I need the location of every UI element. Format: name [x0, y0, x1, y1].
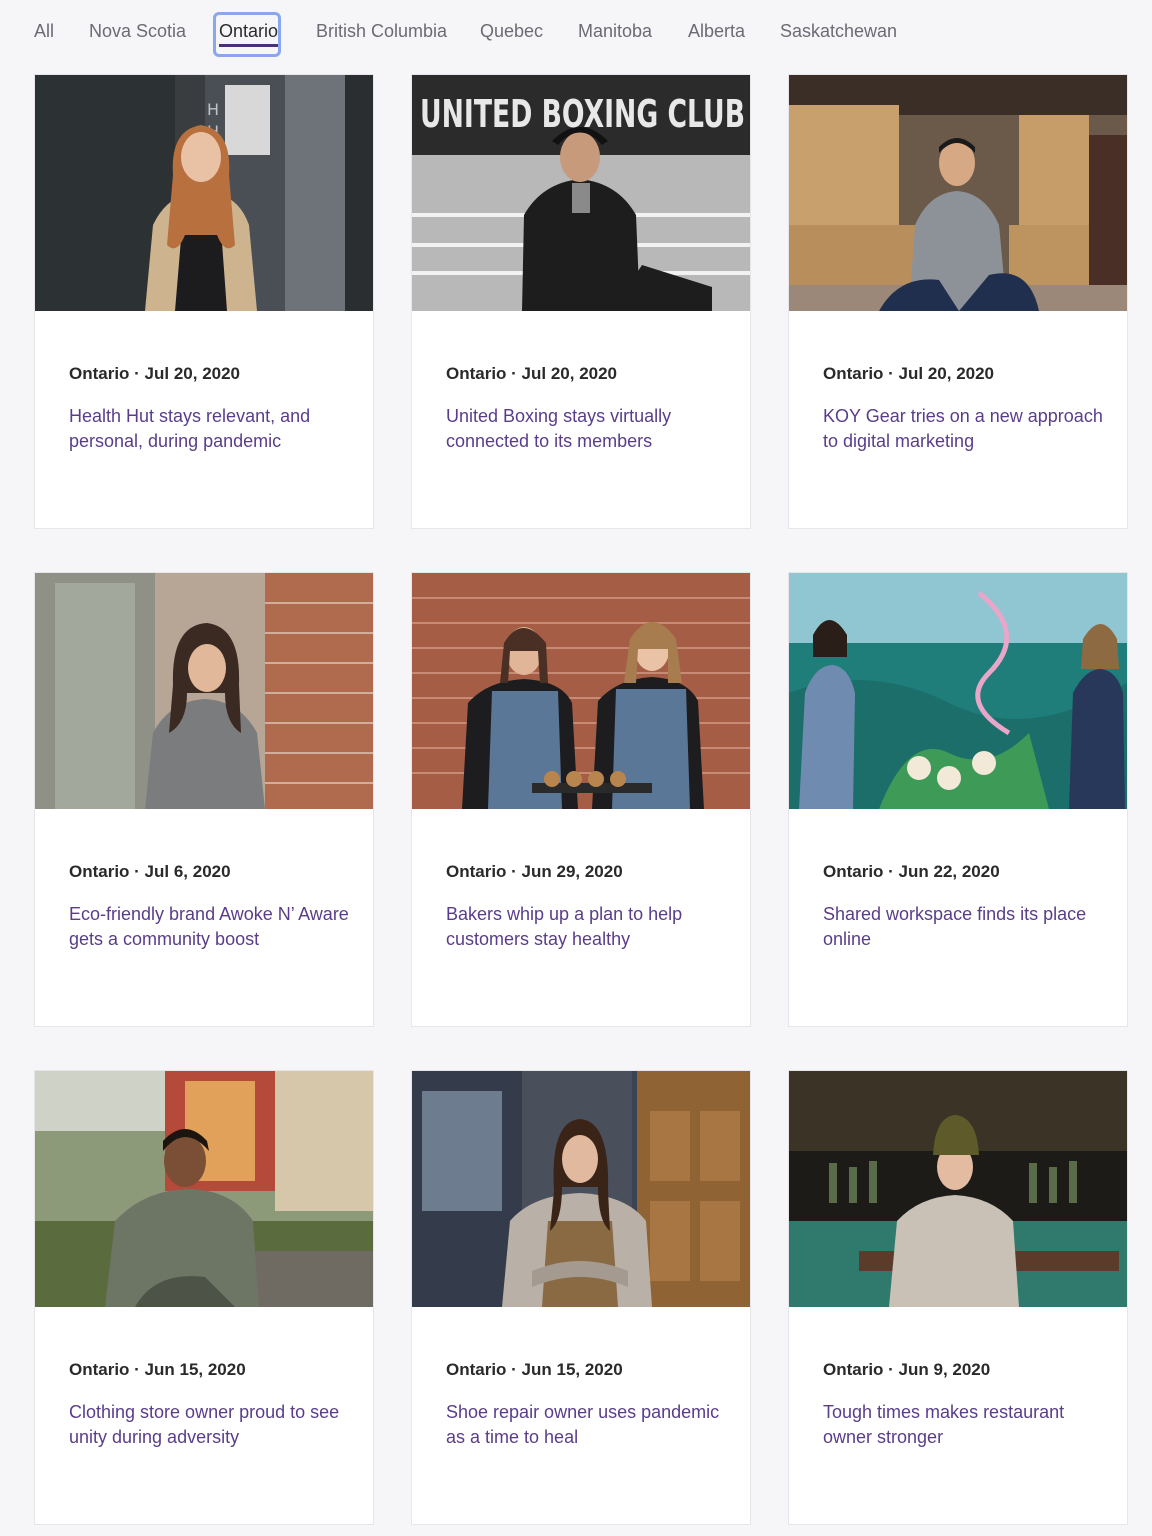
story-card[interactable]: Ontario · Jul 20, 2020 KOY Gear tries on…: [788, 74, 1128, 529]
woman-by-shop-door-photo: [412, 1071, 750, 1307]
story-card[interactable]: UNITED BOXING CLUB Ontario · Jul 20, 202…: [411, 74, 751, 529]
tab-ontario[interactable]: Ontario: [219, 19, 279, 47]
story-meta: Ontario · Jul 20, 2020: [69, 364, 241, 383]
story-title-link[interactable]: Bakers whip up a plan to help customers …: [446, 902, 726, 952]
story-card[interactable]: Ontario · Jun 9, 2020 Tough times makes …: [788, 1070, 1128, 1525]
story-card[interactable]: Ontario · Jun 22, 2020 Shared workspace …: [788, 572, 1128, 1027]
story-meta: Ontario · Jul 6, 2020: [69, 862, 231, 881]
boxer-in-ring-photo: UNITED BOXING CLUB: [412, 75, 750, 311]
story-meta: Ontario · Jun 15, 2020: [446, 1360, 623, 1379]
story-meta: Ontario · Jul 20, 2020: [446, 364, 618, 383]
story-card[interactable]: H H Ontario · Jul 20, 2020 Health Hut st…: [34, 74, 374, 529]
story-meta: Ontario · Jun 22, 2020: [823, 862, 1000, 881]
two-bakers-photo: [412, 573, 750, 809]
story-title-link[interactable]: Shoe repair owner uses pandemic as a tim…: [446, 1400, 726, 1450]
story-title-link[interactable]: Clothing store owner proud to see unity …: [69, 1400, 349, 1450]
svg-text:H: H: [207, 100, 219, 119]
story-title-link[interactable]: Shared workspace finds its place online: [823, 902, 1103, 952]
person-on-porch-photo: [35, 1071, 373, 1307]
story-meta: Ontario · Jun 29, 2020: [446, 862, 623, 881]
man-with-boxes-photo: [789, 75, 1127, 311]
story-title-link[interactable]: Tough times makes restaurant owner stron…: [823, 1400, 1103, 1450]
story-meta: Ontario · Jun 15, 2020: [69, 1360, 246, 1379]
tab-quebec[interactable]: Quebec: [480, 19, 543, 43]
man-outside-restaurant-photo: [789, 1071, 1127, 1307]
woman-in-storefront-photo: H H: [35, 75, 373, 311]
region-filter-tabs: All Nova Scotia Ontario British Columbia…: [0, 0, 1152, 62]
tab-british-columbia[interactable]: British Columbia: [316, 19, 447, 43]
story-title-link[interactable]: Eco-friendly brand Awoke N’ Aware gets a…: [69, 902, 349, 952]
story-title-link[interactable]: United Boxing stays virtually connected …: [446, 404, 726, 454]
story-card[interactable]: Ontario · Jul 6, 2020 Eco-friendly brand…: [34, 572, 374, 1027]
story-title-link[interactable]: KOY Gear tries on a new approach to digi…: [823, 404, 1103, 454]
story-title-link[interactable]: Health Hut stays relevant, and personal,…: [69, 404, 349, 454]
story-meta: Ontario · Jun 9, 2020: [823, 1360, 991, 1379]
story-card[interactable]: Ontario · Jun 29, 2020 Bakers whip up a …: [411, 572, 751, 1027]
story-card[interactable]: Ontario · Jun 15, 2020 Shoe repair owner…: [411, 1070, 751, 1525]
tab-all[interactable]: All: [34, 19, 54, 43]
story-meta: Ontario · Jul 20, 2020: [823, 364, 995, 383]
tab-nova-scotia[interactable]: Nova Scotia: [89, 19, 186, 43]
tab-manitoba[interactable]: Manitoba: [578, 19, 652, 43]
women-by-mural-photo: [789, 573, 1127, 809]
story-card[interactable]: Ontario · Jun 15, 2020 Clothing store ow…: [34, 1070, 374, 1525]
tab-alberta[interactable]: Alberta: [688, 19, 745, 43]
woman-by-brick-wall-photo: [35, 573, 373, 809]
tab-saskatchewan[interactable]: Saskatchewan: [780, 19, 897, 43]
